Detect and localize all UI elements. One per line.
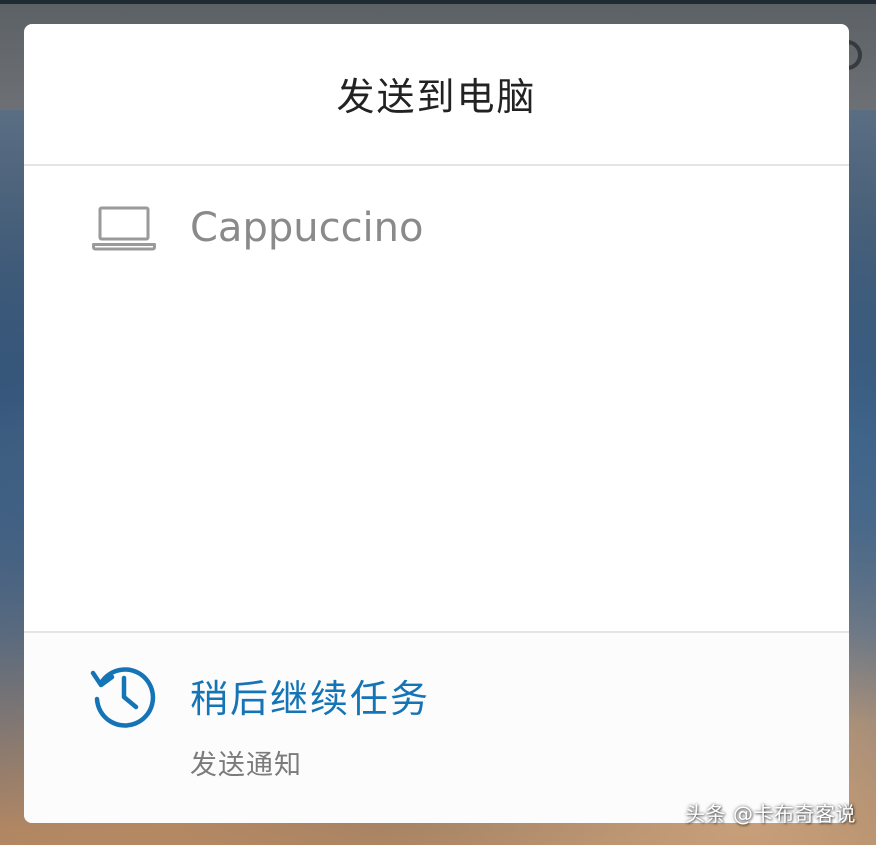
dialog-header: 发送到电脑	[24, 24, 849, 166]
continue-later-label: 稍后继续任务	[190, 676, 431, 721]
dialog-footer: 稍后继续任务 发送通知	[24, 631, 849, 823]
send-to-pc-dialog: 发送到电脑 Cappuccino 稍后继续任务 发送通知	[24, 24, 849, 823]
send-notification-label: 发送通知	[190, 750, 302, 781]
continue-later-button[interactable]: 稍后继续任务	[90, 661, 430, 729]
dialog-title: 发送到电脑	[336, 74, 537, 119]
device-name: Cappuccino	[190, 205, 424, 251]
watermark: 头条 @卡布奇客说	[685, 802, 856, 826]
device-list: Cappuccino	[24, 166, 849, 631]
device-item-cappuccino[interactable]: Cappuccino	[92, 204, 424, 252]
history-icon	[90, 667, 156, 728]
laptop-icon	[92, 206, 156, 251]
